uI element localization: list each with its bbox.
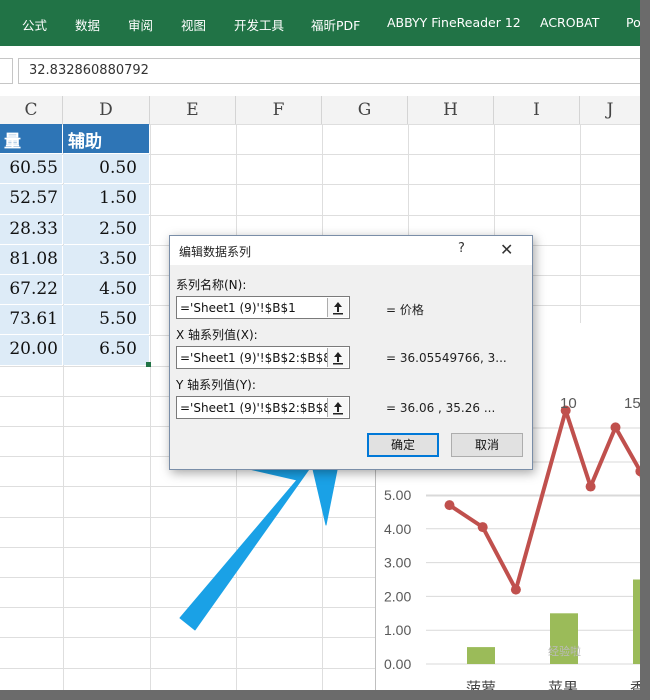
- excel-window: 公式 数据 审阅 视图 开发工具 福昕PDF ABBYY FineReader …: [0, 0, 640, 690]
- y-values-value: ='Sheet1 (9)'!$B$2:$B$8: [180, 401, 331, 415]
- help-icon[interactable]: ?: [458, 241, 465, 256]
- collapse-dialog-button[interactable]: [327, 298, 348, 317]
- collapse-icon: [333, 402, 343, 415]
- y-values-label: Y 轴系列值(Y):: [176, 378, 256, 392]
- x-values-input[interactable]: ='Sheet1 (9)'!$B$2:$B$8: [176, 346, 350, 369]
- dialog-title: 编辑数据系列: [179, 245, 252, 259]
- dialog-title-bar: 编辑数据系列 ? ✕: [170, 236, 532, 265]
- collapse-icon: [333, 302, 343, 315]
- close-icon[interactable]: ✕: [500, 240, 513, 259]
- x-values-label: X 轴系列值(X):: [176, 328, 258, 342]
- series-name-result: = 价格: [386, 303, 424, 317]
- x-values-result: = 36.05549766, 3...: [386, 351, 507, 365]
- collapse-dialog-button[interactable]: [327, 398, 348, 417]
- series-name-value: ='Sheet1 (9)'!$B$1: [180, 301, 296, 315]
- collapse-dialog-button[interactable]: [327, 348, 348, 367]
- y-values-result: = 36.06 , 35.26 ...: [386, 401, 496, 415]
- collapse-icon: [333, 352, 343, 365]
- cancel-button[interactable]: 取消: [451, 433, 523, 457]
- series-name-label: 系列名称(N):: [176, 278, 247, 292]
- ok-button[interactable]: 确定: [367, 433, 439, 457]
- series-name-input[interactable]: ='Sheet1 (9)'!$B$1: [176, 296, 350, 319]
- edit-series-dialog: 编辑数据系列 ? ✕ 系列名称(N): ='Sheet1 (9)'!$B$1 =…: [169, 235, 533, 470]
- y-values-input[interactable]: ='Sheet1 (9)'!$B$2:$B$8: [176, 396, 350, 419]
- x-values-value: ='Sheet1 (9)'!$B$2:$B$8: [180, 351, 331, 365]
